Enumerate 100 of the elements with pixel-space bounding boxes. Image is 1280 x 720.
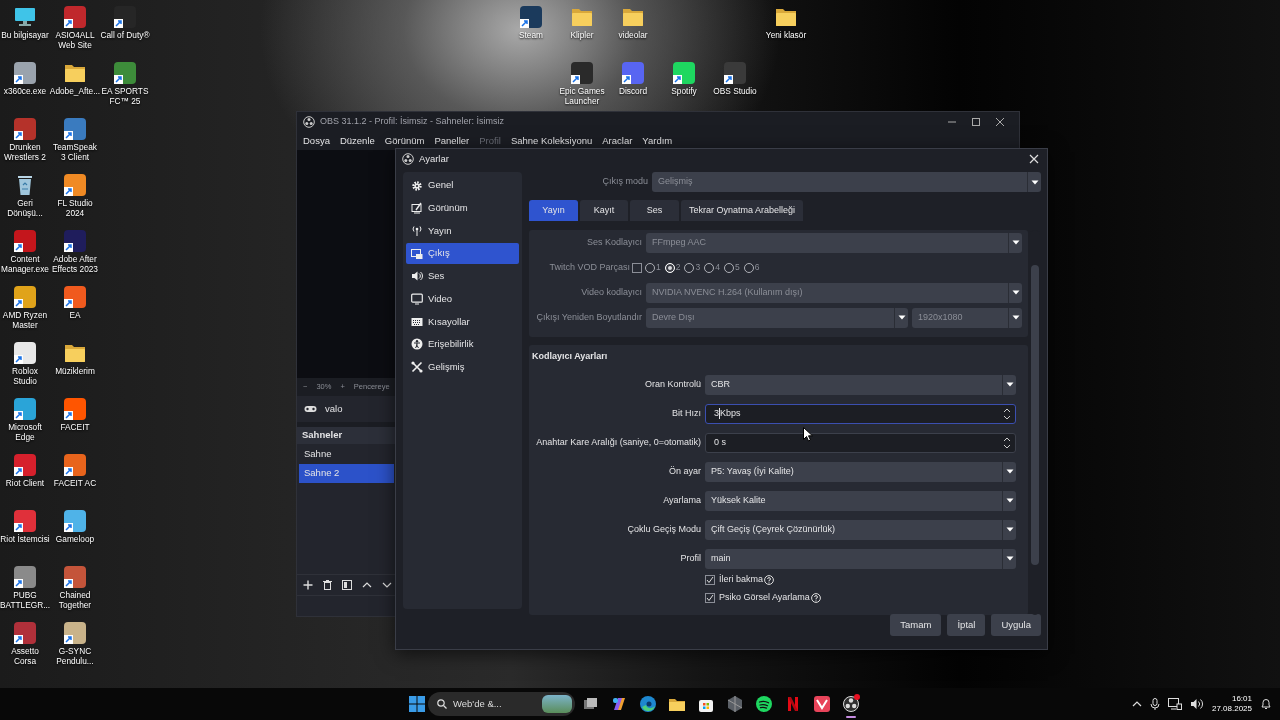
desktop-icon-label[interactable]: Assetto Corsa <box>0 647 50 667</box>
network-icon[interactable] <box>1167 698 1182 710</box>
sidebar-item[interactable]: Yayın <box>406 220 519 242</box>
desktop-icon-label[interactable]: G-SYNC Pendulu... <box>50 647 100 667</box>
tab[interactable]: Ses <box>630 200 679 221</box>
desktop-icon-label[interactable]: videolar <box>618 31 648 41</box>
add-icon[interactable] <box>303 580 313 590</box>
sidebar-item[interactable]: Kısayollar <box>406 311 519 333</box>
desktop-icon-label[interactable]: Bu bilgisayar <box>1 31 49 41</box>
app-shortcut-icon[interactable] <box>63 565 87 589</box>
trash-icon[interactable] <box>323 580 332 590</box>
sidebar-item[interactable]: Görünüm <box>406 197 519 219</box>
dialog-button[interactable]: İptal <box>947 614 986 636</box>
app-shortcut-icon[interactable] <box>13 285 37 309</box>
spin-arrows-icon[interactable] <box>1003 436 1011 449</box>
hexagon-icon[interactable] <box>725 695 744 713</box>
app-shortcut-icon[interactable] <box>63 229 87 253</box>
dropdown[interactable]: P5: Yavaş (İyi Kalite) <box>705 461 1016 482</box>
notification-bell-icon[interactable] <box>1260 698 1272 710</box>
desktop-icon-label[interactable]: Klipler <box>570 31 594 41</box>
app-shortcut-icon[interactable] <box>519 5 543 29</box>
desktop-icon-label[interactable]: Yeni klasör <box>765 31 807 41</box>
desktop-icon-label[interactable]: Riot İstemcisi <box>0 535 50 545</box>
sidebar-item[interactable]: Ses <box>406 265 519 287</box>
spin-box[interactable]: 0 s <box>705 432 1016 453</box>
app-shortcut-icon[interactable] <box>13 341 37 365</box>
app-shortcut-icon[interactable] <box>63 5 87 29</box>
source-name[interactable]: valo <box>325 401 343 417</box>
menu-item[interactable]: Dosya <box>303 133 330 149</box>
app-shortcut-icon[interactable] <box>621 61 645 85</box>
chevron-up-icon[interactable] <box>1131 701 1142 707</box>
app-shortcut-icon[interactable] <box>113 5 137 29</box>
desktop-icon-label[interactable]: Adobe_Afte... <box>49 87 101 97</box>
tab[interactable]: Yayın <box>529 200 578 221</box>
filter-icon[interactable] <box>342 580 352 590</box>
menu-item[interactable]: Görünüm <box>384 133 425 149</box>
desktop-icon-label[interactable]: PUBG BATTLEGR... <box>0 591 51 611</box>
menu-item[interactable]: Araclar <box>602 133 633 149</box>
desktop-icon-label[interactable]: Adobe After Effects 2023 <box>50 255 100 275</box>
help-icon[interactable] <box>764 575 774 585</box>
app-tile-icon[interactable] <box>812 695 831 713</box>
circle-logo-icon[interactable] <box>841 695 860 713</box>
app-shortcut-icon[interactable] <box>13 397 37 421</box>
search-field[interactable]: Web'de &... <box>428 692 575 716</box>
app-shortcut-icon[interactable] <box>63 621 87 645</box>
desktop-icon-label[interactable]: Gameloop <box>55 535 95 545</box>
clock[interactable]: 16:01 27.08.2025 <box>1211 693 1252 715</box>
app-shortcut-icon[interactable] <box>13 453 37 477</box>
app-shortcut-icon[interactable] <box>13 229 37 253</box>
desktop-icon-label[interactable]: FL Studio 2024 <box>50 199 100 219</box>
app-shortcut-icon[interactable] <box>63 117 87 141</box>
desktop-icon-label[interactable]: Microsoft Edge <box>0 423 50 443</box>
desktop-icon-label[interactable]: Discord <box>618 87 648 97</box>
dialog-button[interactable]: Uygula <box>991 614 1041 636</box>
desktop-icon-label[interactable]: Spotify <box>671 87 697 97</box>
checkbox[interactable] <box>705 593 715 603</box>
app-shortcut-icon[interactable] <box>13 117 37 141</box>
dialog-button[interactable]: Tamam <box>890 614 942 636</box>
volume-icon[interactable] <box>1189 698 1204 710</box>
browser-icon[interactable] <box>638 695 657 713</box>
dropdown[interactable]: CBR <box>705 374 1016 395</box>
app-shortcut-icon[interactable] <box>113 61 137 85</box>
app-shortcut-icon[interactable] <box>63 397 87 421</box>
desktop-icon-label[interactable]: Content Manager.exe <box>0 255 50 275</box>
app-shortcut-icon[interactable] <box>570 61 594 85</box>
app-shortcut-icon[interactable] <box>63 173 87 197</box>
start-icon[interactable] <box>408 695 426 713</box>
desktop-icon-label[interactable]: FACEIT AC <box>53 479 97 489</box>
scrollbar-thumb[interactable] <box>1031 265 1039 565</box>
desktop-icon-label[interactable]: Chained Together <box>50 591 100 611</box>
app-shortcut-icon[interactable] <box>63 453 87 477</box>
maximize-icon[interactable] <box>971 117 981 127</box>
desktop-icon-label[interactable]: Roblox Studio <box>0 367 50 387</box>
menu-item[interactable]: Sahne Koleksiyonu <box>510 133 593 149</box>
desktop-icon-label[interactable]: FACEIT <box>60 423 90 433</box>
desktop-icon-label[interactable]: Geri Dönüşü... <box>0 199 50 219</box>
desktop-icon-label[interactable]: EA <box>69 311 81 321</box>
app-shortcut-icon[interactable] <box>13 61 37 85</box>
help-icon[interactable] <box>810 593 821 603</box>
desktop-icon-label[interactable]: ASIO4ALL Web Site <box>50 31 100 51</box>
app-shortcut-icon[interactable] <box>672 61 696 85</box>
scene-item[interactable]: Sahne <box>299 445 394 464</box>
music-app-icon[interactable] <box>754 695 773 713</box>
checkbox[interactable] <box>705 575 715 585</box>
desktop-icon-label[interactable]: x360ce.exe <box>3 87 47 97</box>
app-shortcut-icon[interactable] <box>63 285 87 309</box>
desktop-icon-label[interactable]: AMD Ryzen Master <box>0 311 50 331</box>
move-up-icon[interactable] <box>362 582 372 588</box>
dropdown[interactable]: Yüksek Kalite <box>705 490 1016 511</box>
dropdown[interactable]: main <box>705 548 1016 569</box>
desktop-icon-label[interactable]: TeamSpeak 3 Client <box>50 143 100 163</box>
tab[interactable]: Tekrar Oynatma Arabelleği <box>681 200 803 221</box>
app-shortcut-icon[interactable] <box>13 565 37 589</box>
close-icon[interactable] <box>995 117 1005 127</box>
sidebar-item[interactable]: Video <box>406 288 519 310</box>
menu-item[interactable]: Yardım <box>642 133 673 149</box>
app-shortcut-icon[interactable] <box>13 509 37 533</box>
dropdown[interactable]: Çift Geçiş (Çeyrek Çözünürlük) <box>705 519 1016 540</box>
microphone-icon[interactable] <box>1149 698 1160 710</box>
desktop-icon-label[interactable]: Call of Duty® <box>100 31 150 41</box>
